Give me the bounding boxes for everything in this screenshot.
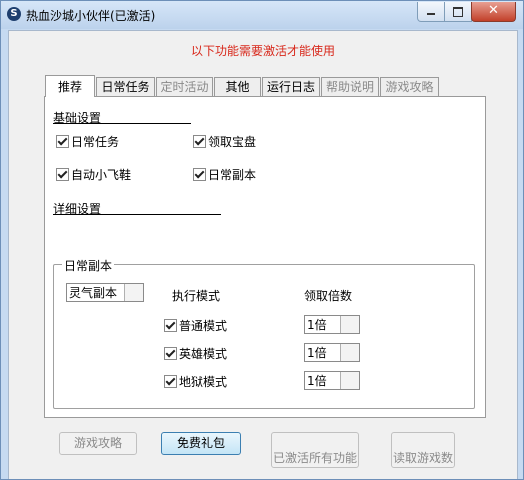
detail-settings-divider bbox=[53, 214, 221, 215]
app-shield-icon: S bbox=[7, 7, 21, 21]
mode-label: 英雄模式 bbox=[179, 347, 228, 361]
option-label: 领取宝盘 bbox=[208, 135, 257, 149]
activate-all-button[interactable]: 已激活所有功能 bbox=[271, 432, 359, 468]
app-window: S 热血沙城小伙伴(已激活) ✕ 以下功能需要激活才能使用 推荐 日常任务 定时… bbox=[0, 0, 524, 480]
option-auto-flying-shoes[interactable]: 自动小飞鞋 bbox=[56, 168, 131, 182]
option-label: 日常副本 bbox=[208, 168, 257, 182]
activation-notice: 以下功能需要激活才能使用 bbox=[190, 44, 335, 58]
close-icon: ✕ bbox=[488, 3, 499, 18]
option-label: 日常任务 bbox=[71, 135, 120, 149]
title-bar[interactable]: S 热血沙城小伙伴(已激活) ✕ bbox=[1, 1, 523, 29]
mode-label: 地狱模式 bbox=[179, 375, 228, 389]
option-daily-dungeon[interactable]: 日常副本 bbox=[193, 168, 256, 182]
game-guide-button[interactable]: 游戏攻略 bbox=[59, 432, 137, 455]
tab-daily-tasks[interactable]: 日常任务 bbox=[96, 77, 155, 96]
client-area: 以下功能需要激活才能使用 推荐 日常任务 定时活动 其他 运行日志 帮助说明 游… bbox=[8, 30, 518, 479]
basic-settings-divider bbox=[53, 123, 191, 124]
checkbox-checked-icon bbox=[56, 168, 69, 181]
mode-label: 普通模式 bbox=[179, 319, 228, 333]
close-button[interactable]: ✕ bbox=[471, 2, 516, 22]
checkbox-checked-icon bbox=[193, 168, 206, 181]
tab-timed-events[interactable]: 定时活动 bbox=[156, 77, 213, 96]
checkbox-checked-icon bbox=[193, 135, 206, 148]
minimize-button[interactable] bbox=[417, 2, 445, 22]
mode-normal[interactable]: 普通模式 bbox=[164, 319, 227, 333]
checkbox-checked-icon bbox=[56, 135, 69, 148]
maximize-button[interactable] bbox=[444, 2, 472, 22]
maximize-icon bbox=[453, 7, 463, 17]
tab-panel-recommend: 基础设置 日常任务 领取宝盘 自动小飞鞋 日常副本 详细设置 日常副本 灵气副本 bbox=[44, 96, 486, 418]
tab-help[interactable]: 帮助说明 bbox=[321, 77, 379, 96]
mode-hero[interactable]: 英雄模式 bbox=[164, 347, 227, 361]
mode-hell[interactable]: 地狱模式 bbox=[164, 375, 227, 389]
tab-other[interactable]: 其他 bbox=[214, 77, 261, 96]
checkbox-checked-icon bbox=[164, 347, 177, 360]
daily-dungeon-group: 日常副本 灵气副本 执行模式 领取倍数 普通模式 1倍 英雄模式 1倍 地狱模式… bbox=[53, 257, 475, 409]
checkbox-checked-icon bbox=[164, 319, 177, 332]
option-claim-treasure[interactable]: 领取宝盘 bbox=[193, 135, 256, 149]
multiplier-hero-select[interactable]: 1倍 bbox=[304, 343, 360, 362]
option-label: 自动小飞鞋 bbox=[71, 168, 132, 182]
dropdown-arrow-icon bbox=[340, 316, 359, 333]
window-title: 热血沙城小伙伴(已激活) bbox=[26, 9, 156, 23]
dropdown-arrow-icon bbox=[340, 344, 359, 361]
multiplier-value: 1倍 bbox=[307, 374, 327, 388]
option-daily-tasks[interactable]: 日常任务 bbox=[56, 135, 119, 149]
dropdown-arrow-icon bbox=[124, 284, 143, 301]
free-gift-button[interactable]: 免费礼包 bbox=[161, 432, 241, 455]
tab-run-log[interactable]: 运行日志 bbox=[262, 77, 320, 96]
dungeon-select-value: 灵气副本 bbox=[69, 286, 118, 300]
read-game-button[interactable]: 读取游戏数 bbox=[391, 432, 455, 468]
group-title: 日常副本 bbox=[62, 257, 115, 274]
dungeon-select[interactable]: 灵气副本 bbox=[66, 283, 144, 302]
tab-game-guide[interactable]: 游戏攻略 bbox=[380, 77, 439, 96]
dropdown-arrow-icon bbox=[340, 372, 359, 389]
multiplier-column-header: 领取倍数 bbox=[304, 289, 353, 303]
minimize-icon bbox=[427, 13, 435, 15]
checkbox-checked-icon bbox=[164, 375, 177, 388]
multiplier-hell-select[interactable]: 1倍 bbox=[304, 371, 360, 390]
tab-recommend[interactable]: 推荐 bbox=[45, 75, 95, 97]
multiplier-normal-select[interactable]: 1倍 bbox=[304, 315, 360, 334]
multiplier-value: 1倍 bbox=[307, 318, 327, 332]
multiplier-value: 1倍 bbox=[307, 346, 327, 360]
mode-column-header: 执行模式 bbox=[172, 289, 221, 303]
